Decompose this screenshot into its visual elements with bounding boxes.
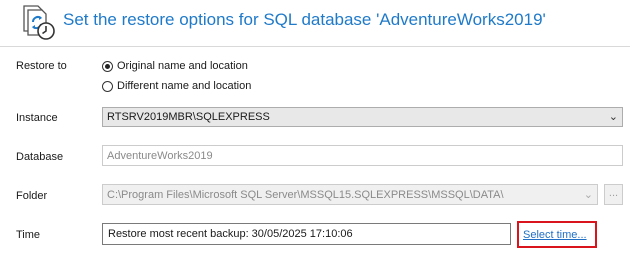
dialog-header: Set the restore options for SQL database… (0, 0, 630, 46)
radio-checked-indicator[interactable] (102, 60, 113, 72)
radio-original-label[interactable]: Original name and location (117, 60, 248, 72)
browse-folder-button: ... (604, 184, 623, 205)
select-time-highlight: Select time... (517, 221, 597, 248)
restore-database-icon (23, 5, 55, 40)
folder-dropdown: C:\Program Files\Microsoft SQL Server\MS… (102, 184, 598, 205)
radio-different-location[interactable]: Different name and location (102, 79, 251, 93)
radio-different-label[interactable]: Different name and location (117, 80, 251, 92)
chevron-down-icon: ⌄ (583, 189, 593, 201)
time-field[interactable]: Restore most recent backup: 30/05/2025 1… (102, 223, 511, 245)
radio-unchecked-indicator[interactable] (102, 80, 113, 92)
time-label: Time (16, 229, 41, 241)
select-time-link[interactable]: Select time... (523, 229, 587, 241)
instance-value: RTSRV2019MBR\SQLEXPRESS (107, 111, 270, 123)
restore-to-label: Restore to (16, 60, 67, 72)
folder-label: Folder (16, 190, 48, 202)
instance-dropdown[interactable]: RTSRV2019MBR\SQLEXPRESS ⌄ (102, 107, 623, 127)
chevron-down-icon[interactable]: ⌄ (609, 110, 618, 123)
database-field: AdventureWorks2019 (102, 145, 623, 166)
instance-label: Instance (16, 112, 58, 124)
header-divider (0, 46, 630, 47)
folder-value: C:\Program Files\Microsoft SQL Server\MS… (107, 189, 504, 201)
database-value: AdventureWorks2019 (107, 150, 213, 162)
database-label: Database (16, 151, 64, 163)
time-value: Restore most recent backup: 30/05/2025 1… (108, 228, 353, 240)
page-title: Set the restore options for SQL database… (63, 10, 546, 29)
radio-original-location[interactable]: Original name and location (102, 59, 248, 73)
